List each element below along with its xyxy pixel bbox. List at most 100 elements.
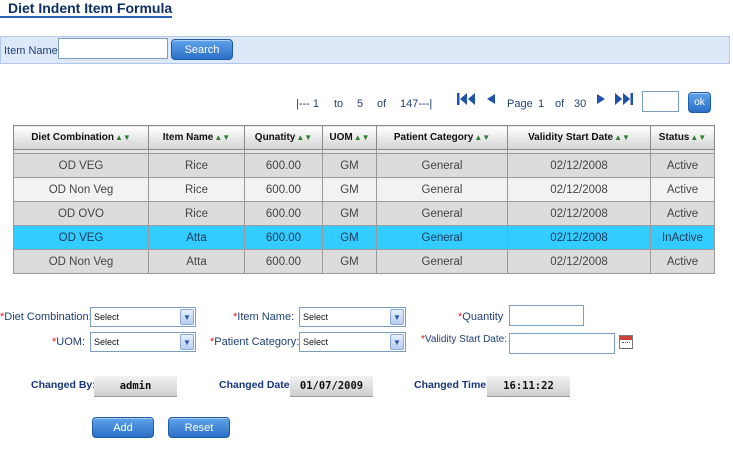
sort-arrows-icon[interactable]: ▲▼ (115, 133, 131, 142)
table-cell: Rice (148, 201, 245, 226)
first-page-icon[interactable] (456, 92, 476, 106)
table-cell: 600.00 (244, 201, 323, 226)
table-cell: OD OVO (13, 201, 149, 226)
chevron-down-icon: ▼ (180, 309, 194, 325)
table-cell: 600.00 (244, 177, 323, 202)
column-header[interactable]: Validity Start Date▲▼ (507, 125, 651, 150)
table-row[interactable]: OD Non Veg Rice 600.00 GM General 02/12/2008 A… (13, 177, 715, 202)
table-cell: GM (322, 201, 377, 226)
table-cell: General (376, 153, 508, 178)
column-header[interactable]: Qunatity▲▼ (244, 125, 323, 150)
column-header-label: Diet Combination (31, 132, 114, 143)
table-row[interactable]: OD Non Veg Atta 600.00 GM General 02/12/2008 A… (13, 249, 715, 274)
chevron-down-icon: ▼ (390, 309, 404, 325)
item-name-search-input[interactable] (58, 38, 168, 59)
reset-button[interactable]: Reset (168, 417, 230, 438)
table-cell: 600.00 (244, 225, 323, 250)
item-name-select[interactable]: Select ▼ (299, 307, 406, 327)
sort-arrows-icon[interactable]: ▲▼ (474, 133, 490, 142)
item-name-label: *Item Name: (233, 311, 295, 323)
table-cell: Rice (148, 153, 245, 178)
changed-time-label: Changed Time: (414, 379, 490, 391)
patient-category-select[interactable]: Select ▼ (299, 332, 406, 352)
sort-arrows-icon[interactable]: ▲▼ (214, 133, 230, 142)
column-header[interactable]: Item Name▲▼ (148, 125, 245, 150)
pager-range-start: |--- 1 (296, 98, 320, 110)
column-header-label: UOM (329, 132, 353, 143)
table-cell: General (376, 201, 508, 226)
table-cell: General (376, 225, 508, 250)
diet-combination-label: *Diet Combination: (0, 311, 92, 323)
table-cell: GM (322, 225, 377, 250)
prev-page-icon[interactable] (485, 92, 497, 106)
table-row[interactable]: OD VEG Atta 600.00 GM General 02/12/2008 InAct… (13, 225, 715, 250)
table-cell: GM (322, 177, 377, 202)
pager-total: 147---| (400, 98, 433, 110)
table-cell: Atta (148, 225, 245, 250)
pager-to-label: to (334, 98, 344, 110)
table-cell: 02/12/2008 (507, 177, 651, 202)
pager-page-of-label: of (555, 98, 565, 110)
patient-category-label: *Patient Category: (210, 336, 300, 348)
table-cell: OD Non Veg (13, 249, 149, 274)
table-cell: 600.00 (244, 153, 323, 178)
go-to-page-button[interactable]: ok (688, 92, 711, 113)
table-cell: Active (650, 201, 715, 226)
chevron-down-icon: ▼ (390, 334, 404, 350)
add-button[interactable]: Add (92, 417, 154, 438)
sort-arrows-icon[interactable]: ▲▼ (614, 133, 630, 142)
title-underline (0, 16, 172, 18)
search-label: Item Name: (4, 45, 61, 57)
table-cell: GM (322, 249, 377, 274)
next-page-icon[interactable] (595, 92, 607, 106)
column-header-label: Item Name (162, 132, 214, 143)
table-row[interactable]: OD OVO Rice 600.00 GM General 02/12/2008 Activ… (13, 201, 715, 226)
table-cell: General (376, 249, 508, 274)
table-cell: Rice (148, 177, 245, 202)
table-cell: 02/12/2008 (507, 153, 651, 178)
search-button[interactable]: Search (171, 39, 233, 60)
table-cell: 02/12/2008 (507, 249, 651, 274)
column-header[interactable]: Patient Category▲▼ (376, 125, 508, 150)
validity-start-date-input[interactable] (509, 333, 615, 354)
quantity-input[interactable] (509, 305, 584, 326)
uom-select[interactable]: Select ▼ (90, 332, 196, 352)
table-cell: OD VEG (13, 225, 149, 250)
table-cell: OD Non Veg (13, 177, 149, 202)
column-header-label: Qunatity (254, 132, 296, 143)
calendar-icon[interactable] (619, 335, 633, 349)
column-header[interactable]: Status▲▼ (650, 125, 715, 150)
table-cell: Active (650, 249, 715, 274)
table-cell: 600.00 (244, 249, 323, 274)
table-cell: Active (650, 153, 715, 178)
uom-label: *UOM: (52, 336, 86, 348)
changed-by-value: admin (94, 376, 177, 397)
validity-start-date-label: *Validity Start Date: (421, 334, 507, 345)
pager-range-end: 5 (357, 98, 364, 110)
table-row[interactable]: OD VEG Rice 600.00 GM General 02/12/2008 Activ… (13, 153, 715, 178)
table-cell: OD VEG (13, 153, 149, 178)
column-header-label: Validity Start Date (528, 132, 614, 143)
table-cell: GM (322, 153, 377, 178)
changed-time-value: 16:11:22 (487, 376, 570, 397)
chevron-down-icon: ▼ (180, 334, 194, 350)
table-cell: 02/12/2008 (507, 225, 651, 250)
page-number-input[interactable] (642, 91, 679, 112)
table-cell: 02/12/2008 (507, 201, 651, 226)
column-header-label: Status (658, 132, 690, 143)
diet-item-grid: Diet Combination▲▼ Item Name▲▼ Qunatity▲▼ U… (13, 125, 715, 274)
table-cell: Active (650, 177, 715, 202)
sort-arrows-icon[interactable]: ▲▼ (354, 133, 370, 142)
quantity-label: *Quantity (458, 311, 504, 323)
sort-arrows-icon[interactable]: ▲▼ (690, 133, 706, 142)
column-header[interactable]: Diet Combination▲▼ (13, 125, 149, 150)
changed-by-label: Changed By: (31, 379, 96, 391)
table-cell: General (376, 177, 508, 202)
last-page-icon[interactable] (614, 92, 634, 106)
sort-arrows-icon[interactable]: ▲▼ (296, 133, 312, 142)
column-header[interactable]: UOM▲▼ (322, 125, 377, 150)
diet-combination-select[interactable]: Select ▼ (90, 307, 196, 327)
column-header-label: Patient Category (393, 132, 474, 143)
table-cell: Atta (148, 249, 245, 274)
pager-page-label: Page (507, 98, 533, 110)
